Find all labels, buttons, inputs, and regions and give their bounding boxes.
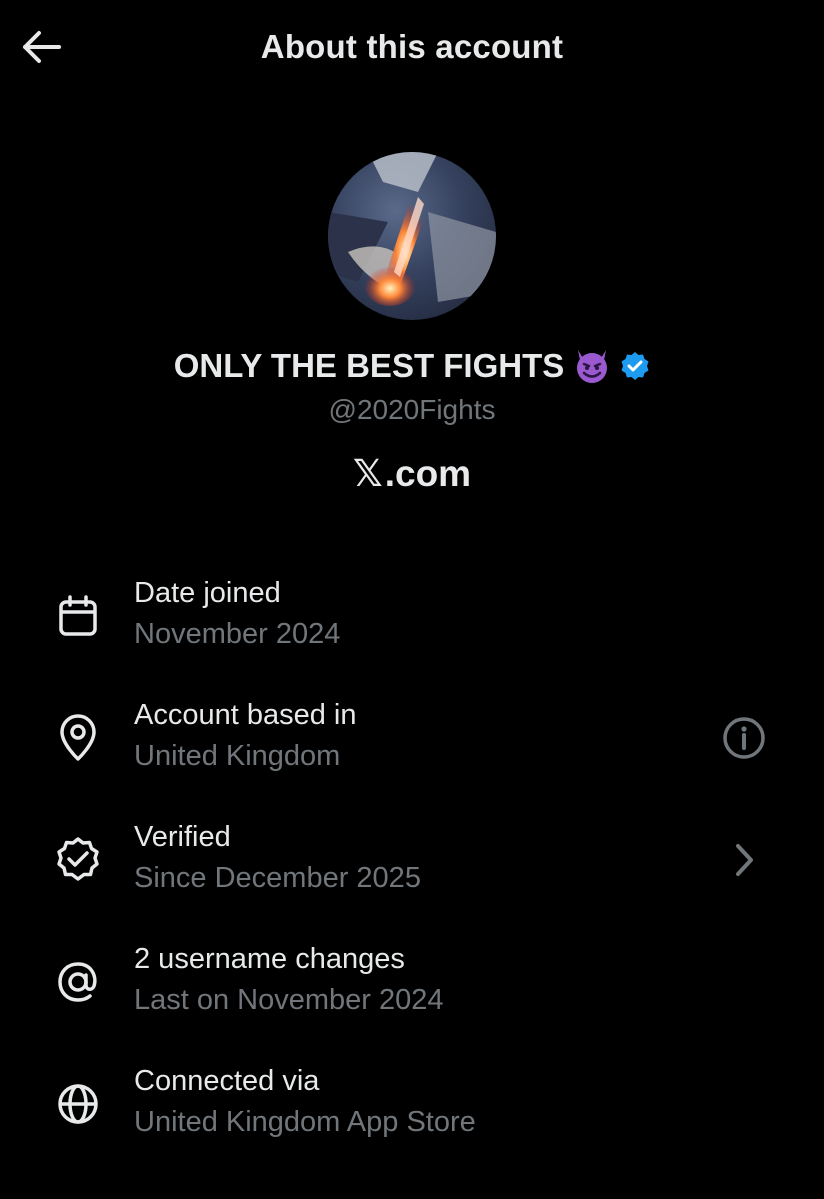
- info-row-connected-via: Connected via United Kingdom App Store: [0, 1048, 824, 1170]
- info-value: Since December 2025: [134, 862, 421, 894]
- info-label: Account based in: [134, 699, 357, 731]
- at-sign-icon: [50, 954, 106, 1010]
- info-row-date-joined: Date joined November 2024: [0, 560, 824, 682]
- info-label: Connected via: [134, 1065, 320, 1097]
- location-pin-icon: [50, 710, 106, 766]
- verified-badge-icon: [621, 352, 649, 380]
- smiling-devil-emoji-icon: [577, 350, 608, 383]
- platform-label: 𝕏 .com: [0, 452, 824, 495]
- account-info-list: Date joined November 2024 Account based …: [0, 560, 824, 1170]
- profile-name: ONLY THE BEST FIGHTS: [173, 347, 565, 384]
- page-title: About this account: [260, 28, 564, 65]
- info-label: Verified: [134, 821, 231, 853]
- info-label: 2 username changes: [134, 943, 405, 975]
- avatar[interactable]: [328, 152, 496, 320]
- info-button[interactable]: [716, 710, 772, 766]
- info-label: Date joined: [134, 577, 281, 609]
- profile-name-row: ONLY THE BEST FIGHTS: [0, 346, 824, 386]
- info-value: Last on November 2024: [134, 984, 444, 1016]
- platform-domain: .com: [384, 452, 472, 494]
- info-value: United Kingdom: [134, 740, 341, 772]
- info-row-verified[interactable]: Verified Since December 2025: [0, 804, 824, 926]
- info-row-account-based-in: Account based in United Kingdom: [0, 682, 824, 804]
- chevron-right-icon: [736, 844, 753, 876]
- info-row-username-changes: 2 username changes Last on November 2024: [0, 926, 824, 1048]
- info-value: November 2024: [134, 618, 341, 650]
- verified-check-icon: [50, 832, 106, 888]
- x-logo-icon: 𝕏: [352, 453, 383, 494]
- profile-handle: @2020Fights: [328, 394, 496, 425]
- info-icon: [723, 717, 765, 759]
- calendar-icon: [50, 588, 106, 644]
- info-value: United Kingdom App Store: [134, 1106, 476, 1138]
- header-bar: About this account: [0, 0, 824, 96]
- verified-details-button[interactable]: [716, 832, 772, 888]
- globe-icon: [50, 1076, 106, 1132]
